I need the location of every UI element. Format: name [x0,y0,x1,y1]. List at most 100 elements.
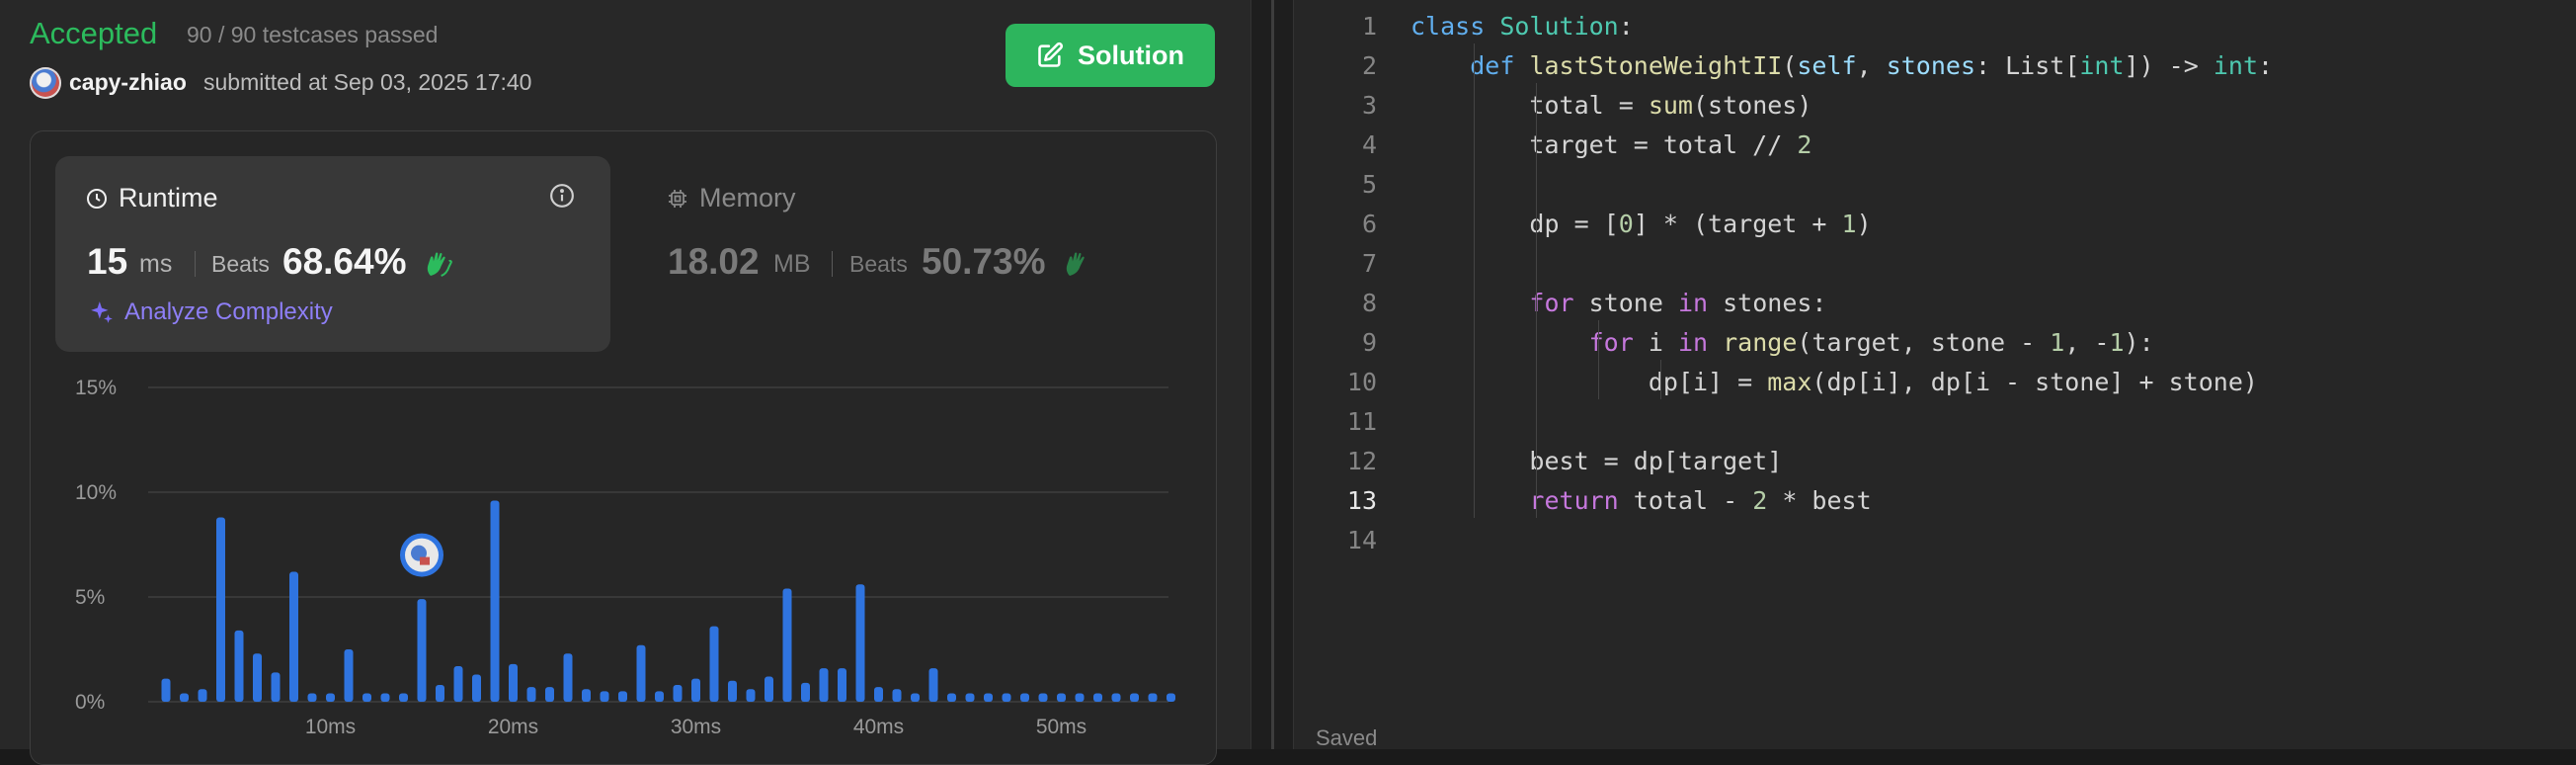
runtime-bar[interactable] [965,693,975,702]
code-text[interactable]: def lastStoneWeightII(self, stones: List… [1410,51,2273,80]
code-line[interactable]: 2 def lastStoneWeightII(self, stones: Li… [1294,43,2576,83]
runtime-bar[interactable] [180,693,189,702]
submission-panel: Accepted 90 / 90 testcases passed capy-z… [0,0,1250,765]
runtime-bar[interactable] [490,500,500,702]
runtime-bar[interactable] [198,689,207,702]
runtime-bar[interactable] [1111,693,1121,702]
x-tick-label: 40ms [853,716,904,738]
line-number: 8 [1361,289,1377,317]
code-line[interactable]: 3 total = sum(stones) [1294,83,2576,123]
runtime-bar[interactable] [636,644,646,702]
runtime-bar[interactable] [380,693,390,702]
code-line[interactable]: 5 [1294,162,2576,202]
line-number: 4 [1361,130,1377,159]
runtime-bar[interactable] [545,687,554,702]
runtime-bar[interactable] [161,678,171,702]
code-line[interactable]: 6 dp = [0] * (target + 1) [1294,202,2576,241]
resize-grip[interactable] [1271,0,1274,749]
code-line[interactable]: 14 [1294,518,2576,557]
runtime-bar[interactable] [253,653,262,702]
code-editor[interactable]: 1 class Solution: 2 def lastStoneWeightII(… [1294,0,2576,750]
runtime-bar[interactable] [911,693,920,702]
line-number: 12 [1346,447,1377,475]
runtime-bar[interactable] [1167,693,1175,702]
x-tick-label: 20ms [488,716,538,738]
code-line[interactable]: 4 target = total // 2 [1294,123,2576,162]
runtime-bar[interactable] [289,571,298,702]
y-tick-label: 10% [75,481,117,504]
runtime-bar[interactable] [1038,693,1048,702]
code-text[interactable]: return total - 2 * best [1410,486,1871,515]
runtime-bar[interactable] [819,668,829,702]
runtime-bar[interactable] [307,693,317,702]
runtime-bar[interactable] [618,691,627,702]
y-tick-label: 15% [75,377,117,399]
runtime-bar[interactable] [892,689,902,702]
code-line[interactable]: 12 best = dp[target] [1294,439,2576,478]
runtime-bar[interactable] [928,668,938,702]
runtime-bar[interactable] [691,678,700,702]
runtime-bar[interactable] [234,630,244,702]
runtime-bar[interactable] [874,687,883,702]
runtime-bar[interactable] [1075,693,1085,702]
runtime-bar[interactable] [655,691,664,702]
y-tick-label: 5% [75,586,105,609]
runtime-bar[interactable] [1093,693,1102,702]
runtime-bar[interactable] [600,691,609,702]
code-text[interactable]: dp[i] = max(dp[i], dp[i - stone] + stone… [1410,368,2258,396]
runtime-bar[interactable] [838,668,846,702]
runtime-bar[interactable] [1130,693,1139,702]
code-line[interactable]: 10 dp[i] = max(dp[i], dp[i - stone] + st… [1294,360,2576,399]
runtime-bar[interactable] [947,693,956,702]
runtime-bar[interactable] [326,693,335,702]
runtime-bar[interactable] [984,693,993,702]
runtime-distribution-chart[interactable]: 15% 10% 5% 0% 10ms 20ms 30ms 40ms 50ms [0,0,1250,749]
runtime-bar[interactable] [582,689,591,702]
runtime-bar[interactable] [728,680,737,702]
code-text[interactable]: total = sum(stones) [1410,91,1811,120]
code-area[interactable]: 1 class Solution: 2 def lastStoneWeightII(… [1294,0,2576,749]
line-number: 10 [1346,368,1377,396]
runtime-bar[interactable] [526,687,536,702]
runtime-bar[interactable] [765,676,773,702]
code-text[interactable]: best = dp[target] [1410,447,1782,475]
runtime-bar[interactable] [216,517,225,702]
code-text[interactable]: dp = [0] * (target + 1) [1410,210,1871,238]
runtime-bar[interactable] [436,685,444,702]
code-text[interactable]: for i in range(target, stone - 1, -1): [1410,328,2154,357]
runtime-bar[interactable] [1020,693,1029,702]
code-line[interactable]: 1 class Solution: [1294,4,2576,43]
code-text[interactable]: class Solution: [1410,12,1634,41]
runtime-bar[interactable] [362,693,371,702]
code-line[interactable]: 9 for i in range(target, stone - 1, -1): [1294,320,2576,360]
code-line[interactable]: 7 [1294,241,2576,281]
runtime-bar[interactable] [782,588,792,702]
runtime-bar[interactable] [746,689,756,702]
runtime-bar[interactable] [453,665,463,702]
runtime-bar[interactable] [855,584,865,702]
code-line[interactable]: 11 [1294,399,2576,439]
runtime-bar[interactable] [673,685,683,702]
indent-guide [1474,43,1475,518]
code-text[interactable]: target = total // 2 [1410,130,1811,159]
runtime-bar[interactable] [509,663,518,702]
panel-resize-handle[interactable] [1250,0,1294,749]
runtime-bar[interactable] [801,682,810,702]
runtime-bar[interactable] [417,599,427,702]
runtime-bar[interactable] [399,693,408,702]
runtime-bar[interactable] [472,674,481,702]
runtime-bar[interactable] [563,653,573,702]
x-tick-label: 10ms [305,716,356,738]
runtime-bar[interactable] [1148,693,1158,702]
runtime-bar[interactable] [271,672,281,702]
runtime-bar[interactable] [344,649,354,702]
line-number: 6 [1361,210,1377,238]
line-number: 13 [1346,486,1377,515]
line-number: 9 [1361,328,1377,357]
user-runtime-marker[interactable] [400,533,443,577]
runtime-bar[interactable] [1002,693,1011,702]
code-line[interactable]: 8 for stone in stones: [1294,281,2576,320]
runtime-bar[interactable] [1057,693,1066,702]
runtime-bar[interactable] [709,626,719,702]
code-line[interactable]: 13 return total - 2 * best [1294,478,2576,518]
